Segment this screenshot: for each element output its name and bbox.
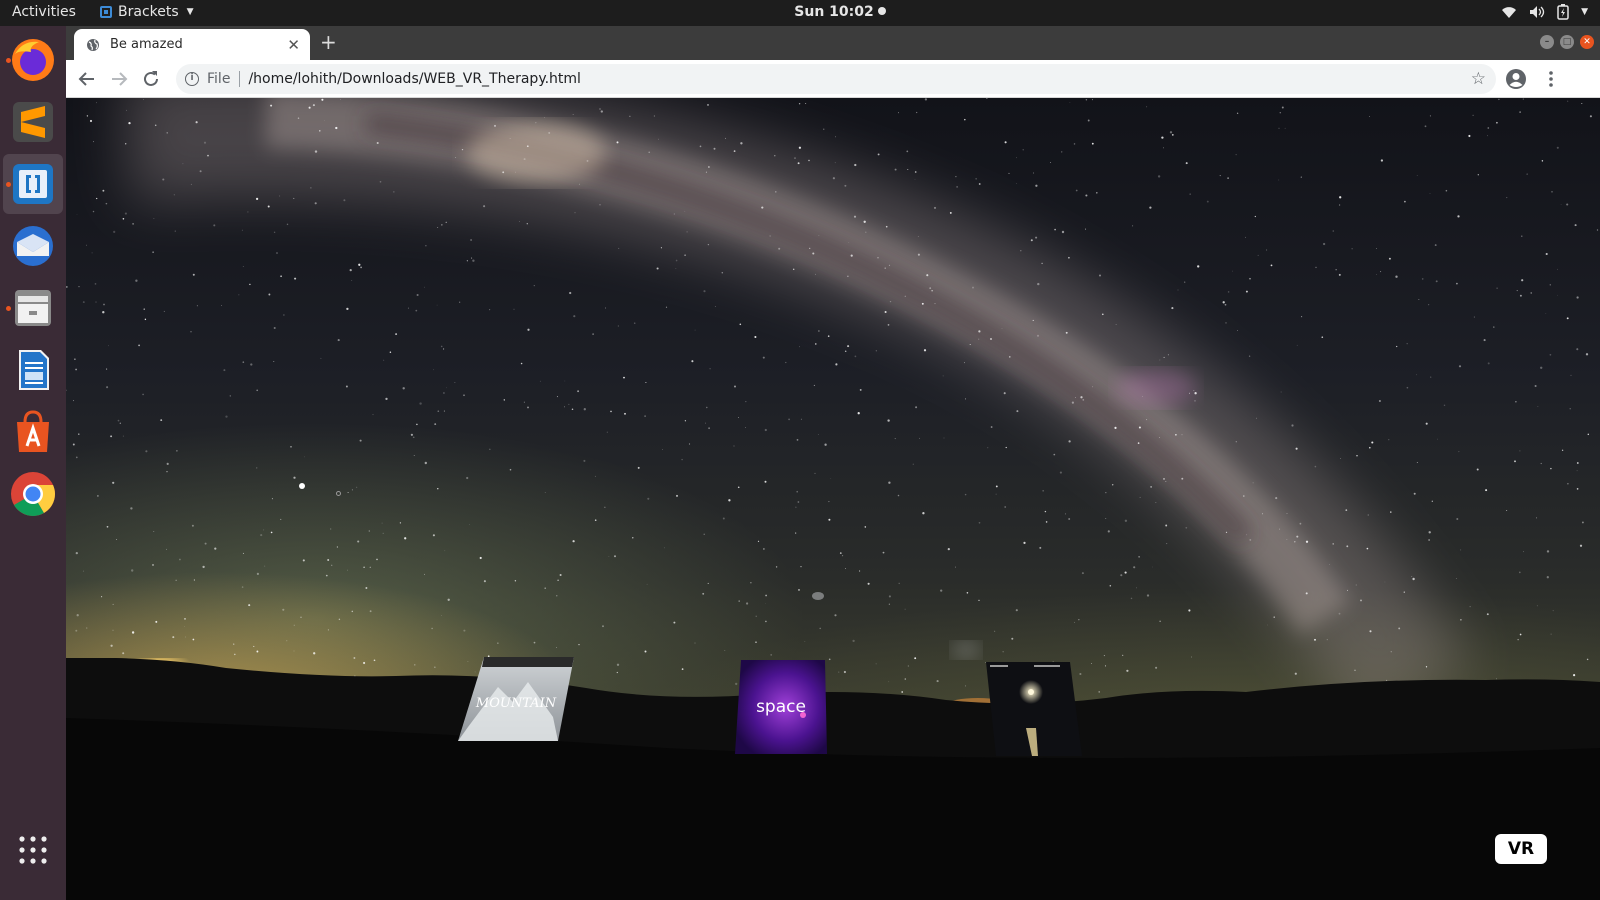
horizon-ground: [66, 658, 1600, 900]
maximize-button[interactable]: □: [1560, 35, 1574, 49]
gaze-cursor: [336, 491, 341, 496]
tab-close-icon[interactable]: ✕: [287, 36, 300, 54]
ubuntu-software-icon: [17, 410, 49, 452]
info-icon[interactable]: i: [185, 72, 199, 86]
scene-panel-mountain[interactable]: MOUNTAIN: [458, 657, 576, 747]
show-applications-button[interactable]: [3, 820, 63, 880]
dock-item-firefox[interactable]: [3, 30, 63, 90]
browser-window: Be amazed ✕ + – □ ✕ i File /home/lohith/…: [66, 26, 1600, 900]
panel-label-mountain: MOUNTAIN: [475, 696, 557, 711]
address-bar[interactable]: i File /home/lohith/Downloads/WEB_VR_The…: [176, 64, 1496, 94]
libreoffice-writer-icon: [19, 350, 49, 390]
panel-label-space: space: [756, 697, 806, 717]
firefox-icon: [12, 39, 54, 81]
new-tab-button[interactable]: +: [320, 32, 337, 52]
arrow-right-icon: [112, 72, 128, 86]
vr-scene[interactable]: MOUNTAIN space VR: [66, 98, 1600, 900]
arrow-left-icon: [78, 72, 94, 86]
globe-icon: [87, 38, 99, 51]
clock[interactable]: Sun 10:02: [0, 4, 1600, 20]
reload-icon: [144, 71, 158, 86]
window-controls: – □ ✕: [1540, 35, 1594, 49]
more-vert-icon[interactable]: [1540, 68, 1562, 90]
running-indicator: [6, 58, 11, 63]
dock-item-brackets[interactable]: [3, 154, 63, 214]
sublime-text-icon: [13, 102, 53, 142]
running-indicator: [6, 182, 11, 187]
battery-icon: [1557, 4, 1569, 20]
tab-title: Be amazed: [110, 37, 183, 52]
dock-item-sublime-text[interactable]: [3, 92, 63, 152]
minimize-button[interactable]: –: [1540, 35, 1554, 49]
tab-be-amazed[interactable]: Be amazed ✕: [74, 29, 310, 60]
thunderbird-icon: [13, 226, 53, 266]
address-separator: [239, 71, 241, 87]
profile-icon[interactable]: [1505, 68, 1527, 90]
dock-item-libreoffice-writer[interactable]: [3, 340, 63, 400]
chrome-icon: [11, 472, 55, 516]
back-button[interactable]: [76, 68, 98, 90]
close-window-button[interactable]: ✕: [1580, 35, 1594, 49]
scene-panel-space[interactable]: space: [735, 660, 827, 756]
system-top-bar: Activities Brackets ▼ Sun 10:02 ▼: [0, 0, 1600, 26]
running-indicator: [6, 306, 11, 311]
tab-strip: Be amazed ✕ + – □ ✕: [66, 26, 1600, 60]
system-tray[interactable]: ▼: [1501, 4, 1588, 20]
forward-button[interactable]: [108, 68, 130, 90]
clock-label: Sun 10:02: [794, 4, 874, 20]
address-scheme: File: [207, 71, 231, 87]
chevron-down-icon: ▼: [1581, 7, 1588, 17]
notification-dot-icon: [877, 7, 886, 15]
wifi-icon: [1502, 7, 1517, 18]
bookmark-star-icon[interactable]: ☆: [1471, 69, 1486, 89]
volume-icon: [1530, 6, 1545, 18]
dock-item-chrome[interactable]: [3, 464, 63, 524]
dock-item-thunderbird[interactable]: [3, 216, 63, 276]
brackets-icon: [13, 164, 53, 204]
enter-vr-button[interactable]: VR: [1495, 834, 1547, 864]
app-grid-icon: [19, 836, 47, 864]
dock-item-ubuntu-software[interactable]: [3, 402, 63, 462]
dock: [0, 26, 66, 900]
reload-button[interactable]: [140, 68, 162, 90]
dock-item-files[interactable]: [3, 278, 63, 338]
scene-panel-night-sea[interactable]: [986, 662, 1084, 758]
address-url: /home/lohith/Downloads/WEB_VR_Therapy.ht…: [248, 71, 581, 87]
browser-toolbar: i File /home/lohith/Downloads/WEB_VR_The…: [66, 60, 1600, 98]
files-icon: [15, 290, 51, 326]
